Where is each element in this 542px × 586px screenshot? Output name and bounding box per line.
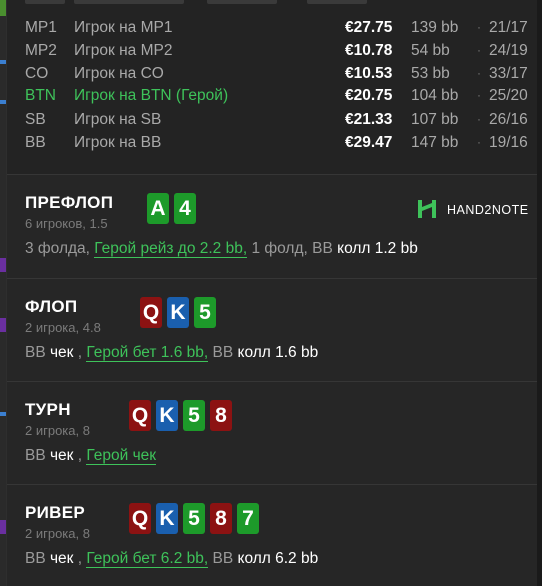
separator-dot: · — [477, 135, 481, 149]
player-name: Игрок на SB — [74, 111, 162, 128]
card-clubs: 5 — [194, 297, 216, 328]
player-stats: 24/19 — [489, 42, 528, 59]
players-list: MP1 Игрок на MP1 €27.75 139 bb · 21/17 MP2 Игро… — [7, 0, 538, 168]
player-stack-bb: 139 bb — [411, 19, 459, 36]
player-stack: €21.33 — [345, 111, 393, 128]
street-title: ФЛОП — [25, 297, 78, 316]
card-diamonds: K — [167, 297, 189, 328]
player-stats: 25/20 — [489, 87, 528, 104]
player-stats: 26/16 — [489, 111, 528, 128]
card-diamonds: K — [156, 400, 178, 431]
card-clubs: A — [147, 193, 169, 224]
player-stack: €10.53 — [345, 65, 393, 82]
hero-action: Герой рейз до 2.2 bb, — [94, 240, 248, 258]
street-subtitle: 2 игрока, 8 — [25, 526, 90, 541]
player-stats: 33/17 — [489, 65, 528, 82]
player-name: Игрок на BB — [74, 134, 162, 151]
player-row: MP2 Игрок на MP2 €10.78 54 bb · 24/19 — [7, 39, 538, 62]
player-stack-bb: 53 bb — [411, 65, 450, 82]
separator-dot: · — [477, 43, 481, 57]
cut-off-header — [7, 0, 538, 4]
street-title: ТУРН — [25, 400, 71, 419]
separator-dot: · — [477, 88, 481, 102]
player-stack: €27.75 — [345, 19, 393, 36]
villain-action: колл 6.2 bb — [237, 550, 319, 567]
player-row: BB Игрок на BB €29.47 147 bb · 19/16 — [7, 131, 538, 154]
player-position: MP2 — [25, 42, 57, 59]
street-subtitle: 2 игрока, 8 — [25, 423, 90, 438]
street-actions: BB чек , Герой бет 6.2 bb, BB колл 6.2 b… — [25, 550, 319, 568]
player-stack-bb: 104 bb — [411, 87, 459, 104]
hand2note-logo-icon — [418, 200, 436, 218]
card-clubs: 4 — [174, 193, 196, 224]
villain-action: колл 1.6 bb — [237, 344, 319, 361]
player-position: BB — [25, 134, 46, 151]
street-subtitle: 6 игроков, 1.5 — [25, 216, 108, 231]
player-name: Игрок на BTN (Герой) — [74, 87, 229, 104]
player-stats: 21/17 — [489, 19, 528, 36]
street-actions: 3 фолда, Герой рейз до 2.2 bb, 1 фолд, B… — [25, 240, 418, 258]
player-name: Игрок на MP2 — [74, 42, 173, 59]
player-row: MP1 Игрок на MP1 €27.75 139 bb · 21/17 — [7, 16, 538, 39]
player-stack: €29.47 — [345, 134, 393, 151]
street-actions: BB чек , Герой чек — [25, 447, 157, 465]
street-river: РИВЕР 2 игрока, 8 QK587 BB чек , Герой б… — [7, 484, 538, 586]
separator-dot: · — [477, 112, 481, 126]
card-clubs: 7 — [237, 503, 259, 534]
street-preflop: ПРЕФЛОП 6 игроков, 1.5 A4 HAND2NOTE 3 фо… — [7, 174, 538, 278]
window-edge — [537, 0, 542, 586]
player-stack-bb: 107 bb — [411, 111, 459, 128]
player-position: MP1 — [25, 19, 57, 36]
villain-action: колл 1.2 bb — [337, 240, 418, 257]
player-stack-bb: 54 bb — [411, 42, 450, 59]
card-hearts: Q — [140, 297, 162, 328]
hero-action: Герой чек — [86, 447, 157, 465]
street-flop: ФЛОП 2 игрока, 4.8 QK5 BB чек , Герой бе… — [7, 278, 538, 381]
card-diamonds: K — [156, 503, 178, 534]
street-title: ПРЕФЛОП — [25, 193, 114, 212]
player-name: Игрок на MP1 — [74, 19, 173, 36]
street-actions: BB чек , Герой бет 1.6 bb, BB колл 1.6 b… — [25, 344, 319, 362]
hero-action: Герой бет 6.2 bb, — [86, 550, 209, 568]
player-stack-bb: 147 bb — [411, 134, 459, 151]
player-stack: €10.78 — [345, 42, 393, 59]
card-hearts: 8 — [210, 503, 232, 534]
card-clubs: 5 — [183, 400, 205, 431]
player-row: SB Игрок на SB €21.33 107 bb · 26/16 — [7, 108, 538, 131]
street-turn: ТУРН 2 игрока, 8 QK58 BB чек , Герой чек — [7, 381, 538, 484]
player-position: CO — [25, 65, 49, 82]
hero-action: Герой бет 1.6 bb, — [86, 344, 209, 362]
separator-dot: · — [477, 66, 481, 80]
player-name: Игрок на CO — [74, 65, 164, 82]
card-hearts: Q — [129, 400, 151, 431]
player-position: SB — [25, 111, 46, 128]
player-row: BTN Игрок на BTN (Герой) €20.75 104 bb · 25/2… — [7, 84, 538, 107]
separator-dot: · — [477, 20, 481, 34]
street-subtitle: 2 игрока, 4.8 — [25, 320, 101, 335]
hand-history-panel: MP1 Игрок на MP1 €27.75 139 bb · 21/17 MP2 Игро… — [6, 0, 538, 586]
logo-text: HAND2NOTE — [447, 203, 529, 217]
player-stats: 19/16 — [489, 134, 528, 151]
player-row: CO Игрок на CO €10.53 53 bb · 33/17 — [7, 62, 538, 85]
street-title: РИВЕР — [25, 503, 86, 522]
card-hearts: Q — [129, 503, 151, 534]
card-clubs: 5 — [183, 503, 205, 534]
player-stack: €20.75 — [345, 87, 393, 104]
card-hearts: 8 — [210, 400, 232, 431]
player-position: BTN — [25, 87, 56, 104]
